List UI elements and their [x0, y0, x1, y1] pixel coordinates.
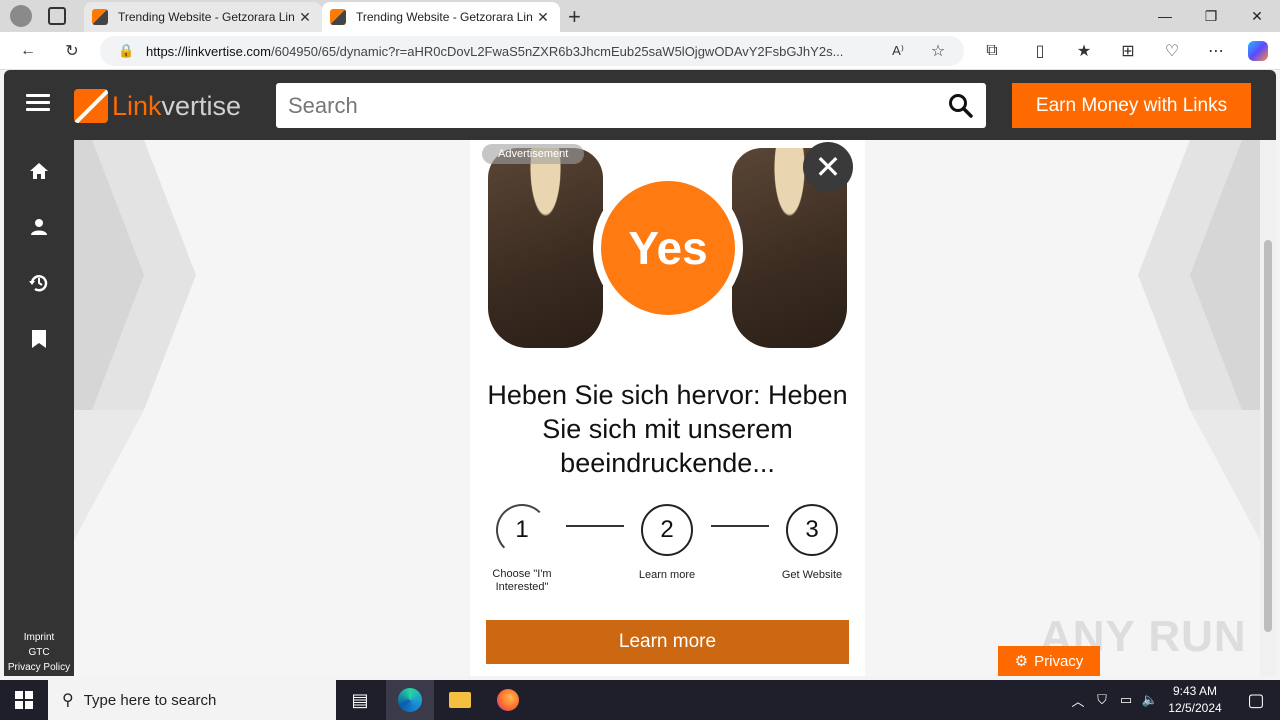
- sidebar: Imprint GTC Privacy Policy: [4, 140, 74, 676]
- reload-icon[interactable]: ↻: [58, 38, 86, 64]
- step-1-label: Choose "I'm Interested": [492, 568, 552, 593]
- tab-2-active[interactable]: Trending Website - Getzorara Lin ✕: [322, 2, 560, 32]
- history-icon[interactable]: [28, 272, 50, 294]
- gear-icon: ⚙: [1014, 653, 1029, 670]
- linkvertise-logo[interactable]: Link vertise: [74, 88, 241, 124]
- url-path: /604950/65/dynamic?r=aHR0cDovL2FwaS5nZXR…: [271, 43, 844, 59]
- scrollbar-thumb[interactable]: [1264, 240, 1272, 632]
- imprint-link[interactable]: Imprint: [4, 632, 74, 643]
- firefox-icon[interactable]: [484, 680, 532, 720]
- user-icon[interactable]: [28, 216, 50, 238]
- search-placeholder: Search: [288, 92, 358, 118]
- logo-text-link: Link: [112, 90, 162, 121]
- close-ad-icon[interactable]: ✕: [803, 142, 853, 192]
- task-view-icon[interactable]: ▤: [336, 680, 384, 720]
- step-2-indicator: 2: [641, 504, 693, 556]
- volume-icon[interactable]: 🔈: [1138, 680, 1162, 720]
- advertisement-label: Advertisement: [482, 144, 585, 164]
- close-tab-icon[interactable]: ✕: [534, 9, 552, 26]
- home-icon[interactable]: [28, 160, 50, 182]
- lock-icon[interactable]: 🔒: [118, 43, 134, 59]
- read-aloud-icon[interactable]: A⁾: [884, 38, 912, 64]
- performance-icon[interactable]: ♡: [1158, 38, 1186, 64]
- learn-more-button[interactable]: Learn more: [486, 620, 849, 664]
- profile-avatar[interactable]: [10, 5, 32, 27]
- logo-mark-icon: [74, 89, 108, 123]
- advertisement-card: Advertisement ✕ Yes Heben Sie sich hervo…: [470, 140, 865, 676]
- jacket-image-left: [488, 148, 603, 348]
- address-bar[interactable]: 🔒 https://linkvertise.com/604950/65/dyna…: [100, 36, 964, 66]
- url-host: https://linkvertise.com: [146, 43, 271, 59]
- file-explorer-icon[interactable]: [436, 680, 484, 720]
- step-number: 1: [515, 516, 529, 543]
- close-tab-icon[interactable]: ✕: [296, 9, 314, 26]
- network-icon[interactable]: ▭: [1114, 680, 1138, 720]
- copilot-icon[interactable]: [1244, 38, 1272, 64]
- chevron-up-icon[interactable]: ︿: [1066, 680, 1090, 720]
- windows-start-icon[interactable]: [0, 680, 48, 720]
- hamburger-menu-icon[interactable]: [26, 94, 50, 116]
- step-connector: [566, 525, 624, 527]
- edge-browser-icon[interactable]: [386, 680, 434, 720]
- favicon-icon: [92, 9, 108, 25]
- restore-icon[interactable]: ❐: [1188, 0, 1234, 32]
- search-icon: ⚲: [62, 692, 74, 709]
- privacy-label: Privacy: [1034, 652, 1084, 670]
- privacy-policy-link[interactable]: Privacy Policy: [4, 662, 74, 673]
- browser-title-bar: Trending Website - Getzorara Lin ✕ Trend…: [0, 0, 1280, 32]
- step-connector: [711, 525, 769, 527]
- split-screen-icon[interactable]: ▯: [1026, 38, 1054, 64]
- bookmark-icon[interactable]: [28, 328, 50, 350]
- ad-headline: Heben Sie sich hervor: Heben Sie sich mi…: [487, 380, 848, 478]
- step-3-label: Get Website: [781, 569, 843, 581]
- tab-1[interactable]: Trending Website - Getzorara Lin ✕: [84, 2, 322, 32]
- notifications-icon[interactable]: ▢: [1232, 680, 1280, 720]
- step-1-indicator: 1: [496, 504, 548, 556]
- tab-actions-icon[interactable]: [48, 7, 66, 25]
- more-menu-icon[interactable]: ⋯: [1202, 38, 1230, 64]
- taskbar-search-input[interactable]: ⚲ Type here to search: [48, 680, 336, 720]
- favorite-star-icon[interactable]: ☆: [924, 38, 952, 64]
- clock-date: 12/5/2024: [1168, 701, 1222, 715]
- site-search-input[interactable]: Search: [276, 83, 986, 128]
- close-window-icon[interactable]: ✕: [1234, 0, 1280, 32]
- extensions-icon[interactable]: ⧉: [978, 38, 1006, 64]
- yes-button[interactable]: Yes: [593, 173, 743, 323]
- favorites-icon[interactable]: ★: [1070, 38, 1098, 64]
- collections-icon[interactable]: ⊞: [1114, 38, 1142, 64]
- taskbar-search-placeholder: Type here to search: [83, 691, 217, 709]
- minimize-icon[interactable]: —: [1142, 0, 1188, 32]
- logo-text-vertise: vertise: [161, 90, 242, 121]
- site-header: Link vertise Search Earn Money with Links: [4, 70, 1276, 140]
- browser-toolbar: ← ↻ 🔒 https://linkvertise.com/604950/65/…: [0, 32, 1280, 70]
- clock-time: 9:43 AM: [1172, 684, 1218, 698]
- step-number: 2: [660, 516, 674, 543]
- step-3-indicator: 3: [786, 504, 838, 556]
- gtc-link[interactable]: GTC: [4, 647, 74, 658]
- privacy-button[interactable]: ⚙ Privacy: [998, 646, 1100, 676]
- system-clock[interactable]: 9:43 AM 12/5/2024: [1160, 683, 1230, 717]
- back-icon[interactable]: ←: [14, 38, 42, 64]
- earn-money-button[interactable]: Earn Money with Links: [1012, 83, 1251, 128]
- tab-title: Trending Website - Getzorara Lin: [118, 10, 295, 24]
- step-2-label: Learn more: [638, 569, 696, 581]
- new-tab-icon[interactable]: +: [568, 4, 581, 30]
- security-icon[interactable]: ⛉: [1090, 680, 1114, 720]
- windows-taskbar: ⚲ Type here to search ▤ ︿ ⛉ ▭ 🔈 9:43 AM …: [0, 680, 1280, 720]
- tab-title: Trending Website - Getzorara Lin: [356, 10, 533, 24]
- step-number: 3: [805, 516, 819, 543]
- search-icon[interactable]: [948, 93, 974, 119]
- favicon-icon: [330, 9, 346, 25]
